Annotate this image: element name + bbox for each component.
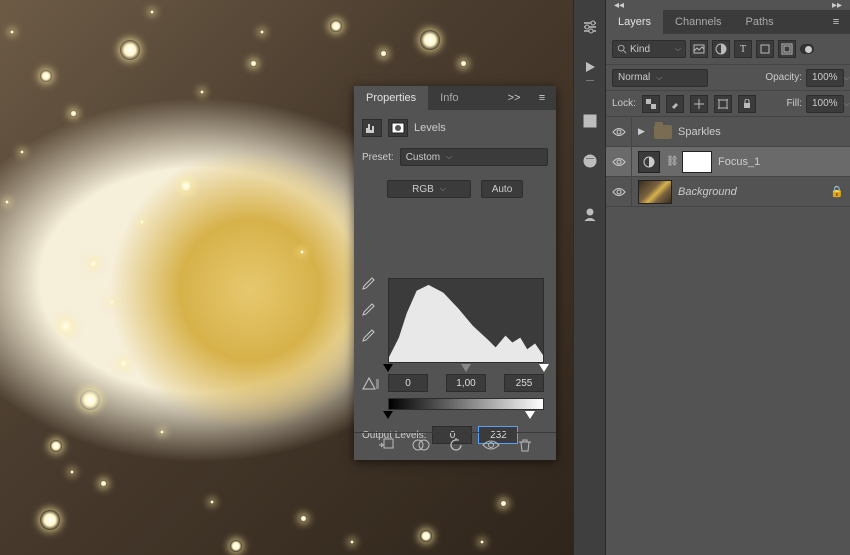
filter-pixel-icon[interactable] [690, 40, 708, 58]
lock-all-icon[interactable] [738, 95, 756, 113]
layer-filter-label: Kind [630, 44, 650, 55]
properties-menu-icon[interactable]: ≡ [528, 92, 556, 104]
opacity-value: 100% [812, 72, 838, 83]
play-icon[interactable] [581, 58, 599, 76]
layer-thumbnail[interactable] [638, 180, 672, 204]
input-white-slider[interactable] [539, 364, 549, 372]
clip-to-layer-icon[interactable] [378, 438, 394, 455]
levels-mask-icon [388, 119, 408, 137]
layer-mask-thumb[interactable] [682, 151, 712, 173]
fill-label: Fill: [786, 98, 802, 109]
tab-layers[interactable]: Layers [606, 10, 663, 34]
tab-channels[interactable]: Channels [663, 10, 733, 34]
delete-adjustment-icon[interactable] [518, 438, 532, 455]
auto-label: Auto [492, 184, 513, 195]
visibility-toggle[interactable] [612, 157, 626, 167]
link-icon[interactable]: ⛓ [666, 156, 676, 167]
lock-position-icon[interactable] [690, 95, 708, 113]
info-icon[interactable] [581, 152, 599, 170]
filter-smart-icon[interactable] [778, 40, 796, 58]
opacity-label: Opacity: [765, 72, 802, 83]
separator [586, 158, 594, 159]
layer-filter-kind[interactable]: Kind ⌵ [612, 40, 686, 58]
lock-label: Lock: [612, 98, 636, 109]
levels-histogram-icon [362, 119, 382, 137]
blend-mode-value: Normal [618, 72, 650, 83]
filter-adjust-icon[interactable] [712, 40, 730, 58]
panel-collapse-left-icon[interactable]: ◂◂ [614, 0, 624, 11]
folder-icon [654, 125, 672, 139]
white-eyedropper-icon[interactable] [360, 328, 376, 344]
input-white-field[interactable] [504, 374, 544, 392]
layers-menu-icon[interactable]: ≡ [822, 16, 850, 28]
properties-title: Levels [414, 122, 446, 134]
separator [586, 80, 594, 81]
visibility-toggle[interactable] [612, 187, 626, 197]
fill-field[interactable]: 100%⌵ [806, 95, 844, 113]
lock-artboard-icon[interactable] [714, 95, 732, 113]
filter-toggle[interactable] [800, 44, 814, 54]
chevron-right-icon[interactable]: ▶ [638, 126, 648, 137]
lock-paint-icon[interactable] [666, 95, 684, 113]
input-black-field[interactable] [388, 374, 428, 392]
layer-name: Focus_1 [718, 156, 760, 168]
layer-group-sparkles[interactable]: ▶ Sparkles [606, 117, 850, 147]
gray-eyedropper-icon[interactable] [360, 302, 376, 318]
view-previous-icon[interactable] [412, 438, 430, 455]
layer-background[interactable]: Background 🔒 [606, 177, 850, 207]
properties-panel: Properties Info >> ≡ Levels Preset: Cust… [354, 86, 556, 460]
input-mid-slider[interactable] [461, 364, 471, 372]
visibility-toggle[interactable] [612, 127, 626, 137]
blend-mode-dropdown[interactable]: Normal⌵ [612, 69, 708, 87]
fill-value: 100% [812, 98, 838, 109]
channel-dropdown[interactable]: RGB⌵ [387, 180, 471, 198]
layers-panel: ◂◂ ▸▸ Layers Channels Paths ≡ Kind ⌵ T N… [606, 0, 850, 555]
input-black-slider[interactable] [383, 364, 393, 372]
preset-dropdown[interactable]: Custom⌵ [400, 148, 548, 166]
tab-properties[interactable]: Properties [354, 86, 428, 110]
clip-warning-icon[interactable] [362, 376, 380, 395]
opacity-field[interactable]: 100%⌵ [806, 69, 844, 87]
black-eyedropper-icon[interactable] [360, 276, 376, 292]
layer-name: Background [678, 186, 737, 198]
preset-label: Preset: [362, 152, 394, 163]
output-gradient [388, 398, 544, 410]
filter-shape-icon[interactable] [756, 40, 774, 58]
reset-icon[interactable] [448, 438, 464, 455]
channel-value: RGB [412, 184, 434, 195]
auto-button[interactable]: Auto [481, 180, 523, 198]
lock-transparent-icon[interactable] [642, 95, 660, 113]
filter-type-icon[interactable]: T [734, 40, 752, 58]
person-icon[interactable] [581, 206, 599, 224]
panel-icon-1[interactable] [581, 112, 599, 130]
sliders-icon[interactable] [581, 18, 599, 36]
lock-icon: 🔒 [830, 185, 844, 198]
collapsed-panel-dock [573, 0, 606, 555]
preset-value: Custom [406, 152, 440, 163]
layer-list: ▶ Sparkles ⛓ Focus_1 Background 🔒 [606, 116, 850, 207]
output-black-slider[interactable] [383, 411, 393, 419]
tab-info[interactable]: Info [428, 86, 470, 110]
toggle-visibility-icon[interactable] [482, 439, 500, 454]
layer-adjust-focus1[interactable]: ⛓ Focus_1 [606, 147, 850, 177]
layer-name: Sparkles [678, 126, 721, 138]
adjustment-icon [638, 151, 660, 173]
tab-paths[interactable]: Paths [734, 10, 786, 34]
levels-histogram [388, 278, 544, 363]
output-white-slider[interactable] [525, 411, 535, 419]
panel-collapse-right-icon[interactable]: ▸▸ [832, 0, 842, 11]
properties-collapse-icon[interactable]: >> [500, 92, 528, 104]
input-mid-field[interactable] [446, 374, 486, 392]
